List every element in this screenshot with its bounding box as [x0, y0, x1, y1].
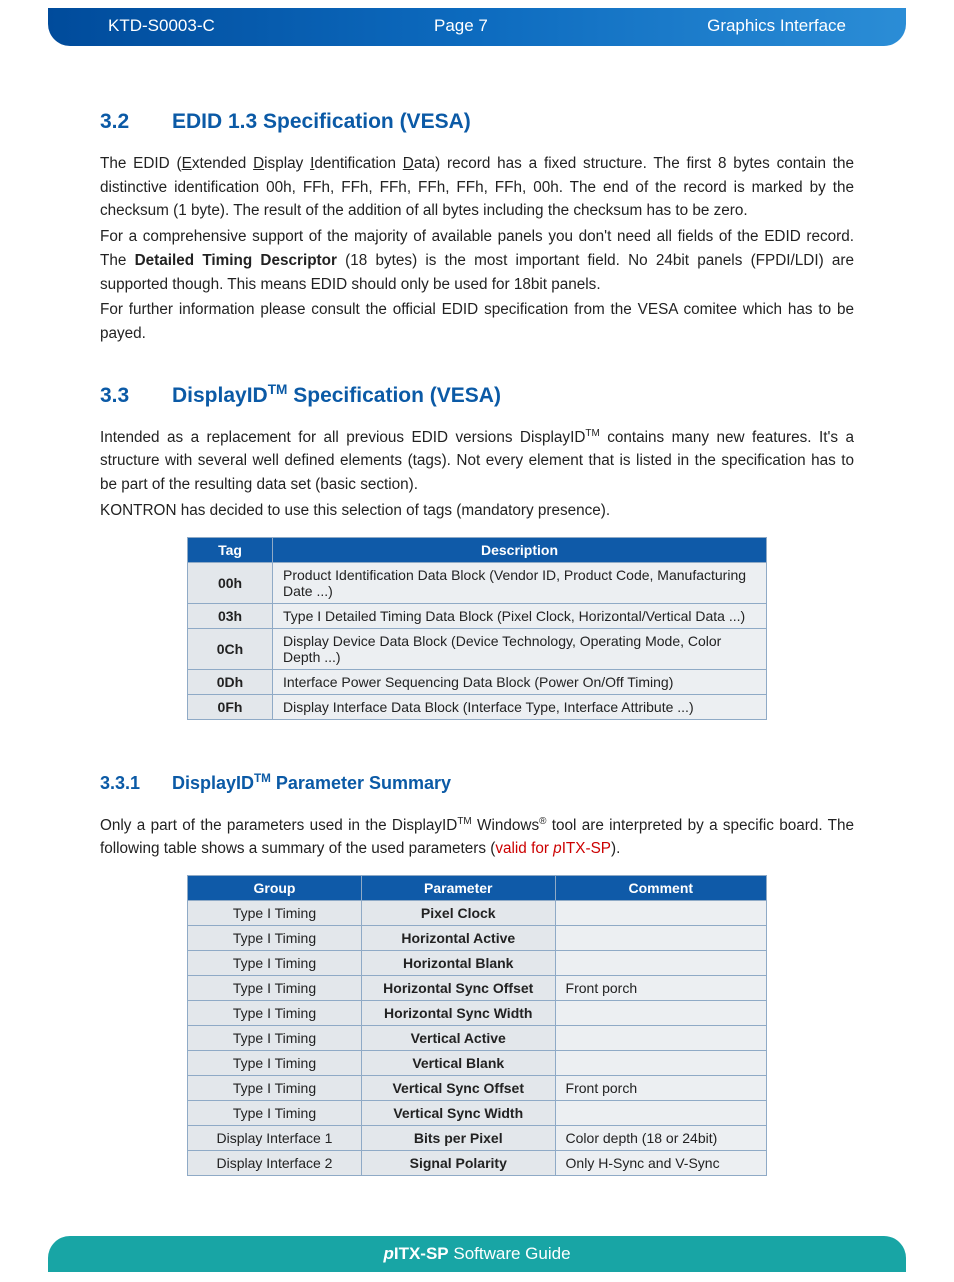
page-header: KTD-S0003-C Page 7 Graphics Interface	[48, 8, 906, 46]
table-row: Type I TimingVertical Sync OffsetFront p…	[188, 1076, 767, 1101]
table-row: 0ChDisplay Device Data Block (Device Tec…	[188, 628, 767, 669]
table-row: Display Interface 2Signal PolarityOnly H…	[188, 1151, 767, 1176]
table-row: 03hType I Detailed Timing Data Block (Pi…	[188, 603, 767, 628]
section-title: DisplayIDTM Specification (VESA)	[172, 384, 501, 407]
para-3-2-2: For a comprehensive support of the major…	[100, 225, 854, 296]
col-tag: Tag	[188, 537, 273, 562]
heading-3-3: 3.3DisplayIDTM Specification (VESA)	[100, 382, 854, 408]
col-parameter: Parameter	[361, 876, 555, 901]
para-3-3-1-1: Only a part of the parameters used in th…	[100, 814, 854, 862]
doc-id: KTD-S0003-C	[108, 16, 215, 36]
heading-3-2: 3.2EDID 1.3 Specification (VESA)	[100, 110, 854, 134]
edid-d2: D	[403, 155, 414, 172]
table-row: Type I TimingHorizontal Sync Width	[188, 1001, 767, 1026]
valid-for-note: valid for pITX-SP	[495, 840, 611, 857]
section-number: 3.2	[100, 110, 172, 134]
table-row: 0DhInterface Power Sequencing Data Block…	[188, 669, 767, 694]
page-number: Page 7	[434, 16, 488, 36]
table-tags: Tag Description 00hProduct Identificatio…	[187, 537, 767, 720]
table-row: Type I TimingVertical Active	[188, 1026, 767, 1051]
edid-d: D	[253, 155, 264, 172]
table-row: Type I TimingVertical Blank	[188, 1051, 767, 1076]
footer-title: pITX-SP Software Guide	[383, 1244, 570, 1264]
section-title: DisplayIDTM Parameter Summary	[172, 773, 451, 793]
section-title: EDID 1.3 Specification (VESA)	[172, 110, 471, 133]
edid-e: E	[182, 155, 192, 172]
table-parameters: Group Parameter Comment Type I TimingPix…	[187, 875, 767, 1176]
table-row: Type I TimingVertical Sync Width	[188, 1101, 767, 1126]
section-name: Graphics Interface	[707, 16, 846, 36]
table-row: Type I TimingHorizontal Blank	[188, 951, 767, 976]
table-row: Type I TimingHorizontal Sync OffsetFront…	[188, 976, 767, 1001]
table-header-row: Group Parameter Comment	[188, 876, 767, 901]
table-row: Type I TimingPixel Clock	[188, 901, 767, 926]
col-comment: Comment	[555, 876, 766, 901]
section-number: 3.3	[100, 384, 172, 408]
section-number: 3.3.1	[100, 773, 172, 794]
para-3-3-2: KONTRON has decided to use this selectio…	[100, 499, 854, 523]
para-3-3-1: Intended as a replacement for all previo…	[100, 426, 854, 497]
para-3-2-3: For further information please consult t…	[100, 298, 854, 345]
heading-3-3-1: 3.3.1DisplayIDTM Parameter Summary	[100, 772, 854, 794]
table-row: Type I TimingHorizontal Active	[188, 926, 767, 951]
page-footer: pITX-SP Software Guide	[48, 1236, 906, 1272]
col-group: Group	[188, 876, 362, 901]
table-row: Display Interface 1Bits per PixelColor d…	[188, 1126, 767, 1151]
col-description: Description	[273, 537, 767, 562]
table-row: 00hProduct Identification Data Block (Ve…	[188, 562, 767, 603]
table-header-row: Tag Description	[188, 537, 767, 562]
para-3-2-1: The EDID (Extended Display Identificatio…	[100, 152, 854, 223]
table-row: 0FhDisplay Interface Data Block (Interfa…	[188, 694, 767, 719]
